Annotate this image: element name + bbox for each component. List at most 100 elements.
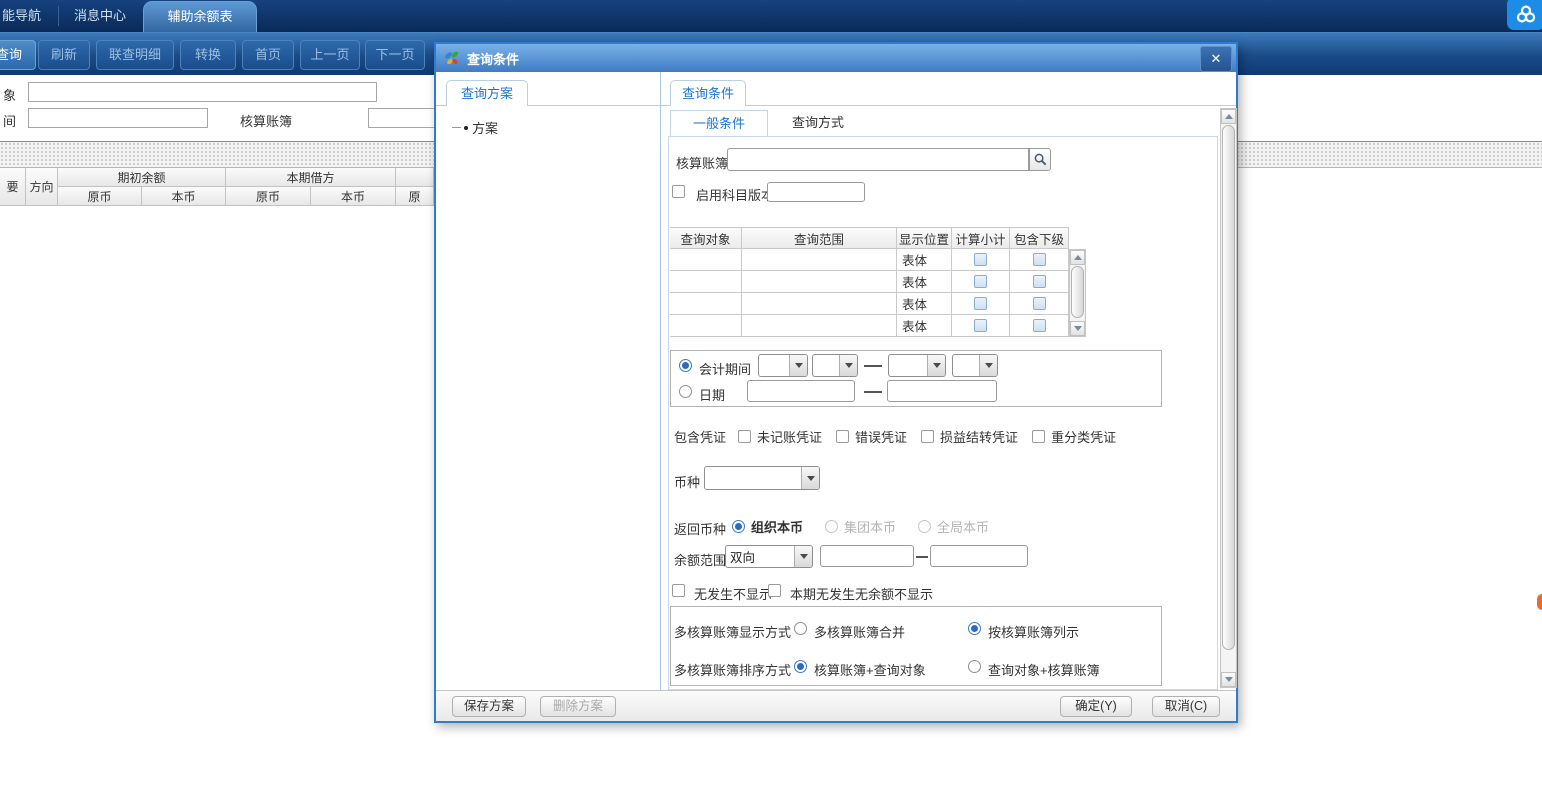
cell-object-3[interactable] — [670, 315, 742, 337]
period-start-month-select[interactable] — [812, 354, 858, 377]
close-icon[interactable]: ✕ — [1200, 46, 1232, 72]
object-first-radio[interactable] — [968, 660, 981, 673]
global-currency-radio[interactable] — [918, 520, 931, 533]
include-sub-checkbox-1[interactable] — [1033, 275, 1046, 288]
group-currency-radio[interactable] — [825, 520, 838, 533]
scheme-tree-item[interactable]: 方案 — [452, 118, 498, 137]
date-end-input[interactable] — [887, 380, 997, 402]
tab-message-center[interactable]: 消息中心 — [74, 0, 126, 32]
subtab-query-method[interactable]: 查询方式 — [770, 110, 866, 136]
th-include-sub[interactable]: 包含下级 — [1010, 227, 1069, 249]
th-subtotal[interactable]: 计算小计 — [952, 227, 1010, 249]
panel-scroll-thumb[interactable] — [1222, 125, 1235, 650]
table-scroll-up-icon[interactable] — [1070, 250, 1085, 265]
linked-detail-button[interactable]: 联查明细 — [96, 40, 174, 70]
subtotal-checkbox-2[interactable] — [974, 297, 987, 310]
delete-scheme-button[interactable]: 删除方案 — [540, 696, 616, 717]
save-scheme-button[interactable]: 保存方案 — [452, 696, 526, 717]
ledger-first-radio[interactable] — [794, 660, 807, 673]
tab-aux-balance-active[interactable]: 辅助余额表 — [143, 1, 257, 33]
chevron-down-icon[interactable] — [927, 355, 945, 376]
org-currency-radio[interactable] — [732, 520, 745, 533]
query-conditions-dialog: 查询条件 ✕ 查询方案 方案 查询条件 一般条件 查询方式 核算账簿 — [434, 42, 1238, 723]
accounting-period-label: 会计期间 — [699, 359, 751, 378]
bg-object-input[interactable] — [28, 82, 377, 102]
reclassify-voucher-checkbox[interactable] — [1032, 430, 1045, 443]
prev-page-button[interactable]: 上一页 — [300, 40, 360, 70]
chevron-down-icon[interactable] — [789, 355, 807, 376]
ledger-merge-radio[interactable] — [794, 622, 807, 635]
convert-button[interactable]: 转换 — [180, 40, 236, 70]
panel-scroll-up-icon[interactable] — [1221, 109, 1236, 124]
balance-range-select[interactable]: 双向 — [725, 545, 813, 568]
date-start-input[interactable] — [747, 380, 855, 402]
date-radio[interactable] — [679, 385, 692, 398]
table-scroll-down-icon[interactable] — [1070, 321, 1085, 336]
ledger-input[interactable] — [727, 148, 1029, 171]
cell-range-3[interactable] — [742, 315, 897, 337]
chevron-down-icon[interactable] — [979, 355, 997, 376]
next-page-button[interactable]: 下一页 — [365, 40, 425, 70]
cell-range-2[interactable] — [742, 293, 897, 315]
refresh-button[interactable]: 刷新 — [38, 40, 90, 70]
dialog-titlebar[interactable]: 查询条件 ✕ — [436, 44, 1236, 72]
tab-query-scheme[interactable]: 查询方案 — [446, 80, 528, 106]
chevron-down-icon[interactable] — [794, 546, 812, 567]
cell-range-1[interactable] — [742, 271, 897, 293]
subject-version-input[interactable] — [767, 182, 865, 202]
subject-version-checkbox[interactable] — [672, 185, 685, 198]
chevron-down-icon[interactable] — [801, 467, 819, 489]
cancel-button[interactable]: 取消(C) — [1152, 696, 1220, 717]
bg-sub-base-1: 本币 — [142, 187, 226, 206]
th-query-object[interactable]: 查询对象 — [670, 227, 742, 249]
period-start-year-select[interactable] — [758, 354, 808, 377]
balance-min-input[interactable] — [820, 545, 914, 567]
no-balance-checkbox[interactable] — [768, 584, 781, 597]
period-end-year-select[interactable] — [888, 354, 946, 377]
accounting-period-radio[interactable] — [679, 359, 692, 372]
query-object-table: 查询对象 查询范围 显示位置 计算小计 包含下级 表体 表体 表体 — [670, 227, 1086, 339]
chevron-down-icon[interactable] — [839, 355, 857, 376]
subtotal-checkbox-0[interactable] — [974, 253, 987, 266]
balance-max-input[interactable] — [930, 545, 1028, 567]
table-scrollbar[interactable] — [1069, 249, 1086, 337]
cell-display-3[interactable]: 表体 — [897, 315, 952, 337]
subtotal-checkbox-1[interactable] — [974, 275, 987, 288]
ledger-search-button[interactable] — [1029, 148, 1051, 171]
cell-display-0[interactable]: 表体 — [897, 249, 952, 271]
cell-display-1[interactable]: 表体 — [897, 271, 952, 293]
include-sub-checkbox-3[interactable] — [1033, 319, 1046, 332]
cell-object-2[interactable] — [670, 293, 742, 315]
include-sub-checkbox-2[interactable] — [1033, 297, 1046, 310]
dialog-footer: 保存方案 删除方案 确定(Y) 取消(C) — [436, 690, 1236, 721]
ok-button[interactable]: 确定(Y) — [1060, 696, 1132, 717]
cell-range-0[interactable] — [742, 249, 897, 271]
cell-display-2[interactable]: 表体 — [897, 293, 952, 315]
error-voucher-checkbox[interactable] — [836, 430, 849, 443]
cell-object-0[interactable] — [670, 249, 742, 271]
bg-group-cut — [396, 168, 434, 187]
query-button[interactable]: 查询 — [0, 40, 36, 70]
cell-object-1[interactable] — [670, 271, 742, 293]
bg-group-opening-balance: 期初余额 — [58, 168, 226, 187]
unposted-voucher-checkbox[interactable] — [738, 430, 751, 443]
period-end-month-select[interactable] — [952, 354, 998, 377]
table-scroll-thumb[interactable] — [1071, 266, 1084, 318]
pl-transfer-voucher-checkbox[interactable] — [921, 430, 934, 443]
app-logo-button[interactable] — [1507, 0, 1542, 30]
th-display-pos[interactable]: 显示位置 — [897, 227, 952, 249]
currency-select[interactable] — [704, 466, 820, 490]
subtab-general-conditions[interactable]: 一般条件 — [670, 110, 768, 136]
first-page-button[interactable]: 首页 — [242, 40, 294, 70]
ledger-list-radio[interactable] — [968, 622, 981, 635]
panel-scroll-down-icon[interactable] — [1221, 672, 1236, 687]
tab-query-conditions[interactable]: 查询条件 — [670, 80, 746, 106]
tab-function-nav[interactable]: 能导航 — [2, 0, 41, 32]
include-sub-checkbox-0[interactable] — [1033, 253, 1046, 266]
no-occurrence-checkbox[interactable] — [672, 584, 685, 597]
bg-period-input[interactable] — [28, 108, 208, 128]
cell-subtotal-1 — [952, 271, 1010, 293]
th-query-range[interactable]: 查询范围 — [742, 227, 897, 249]
panel-scrollbar[interactable] — [1220, 108, 1237, 688]
subtotal-checkbox-3[interactable] — [974, 319, 987, 332]
